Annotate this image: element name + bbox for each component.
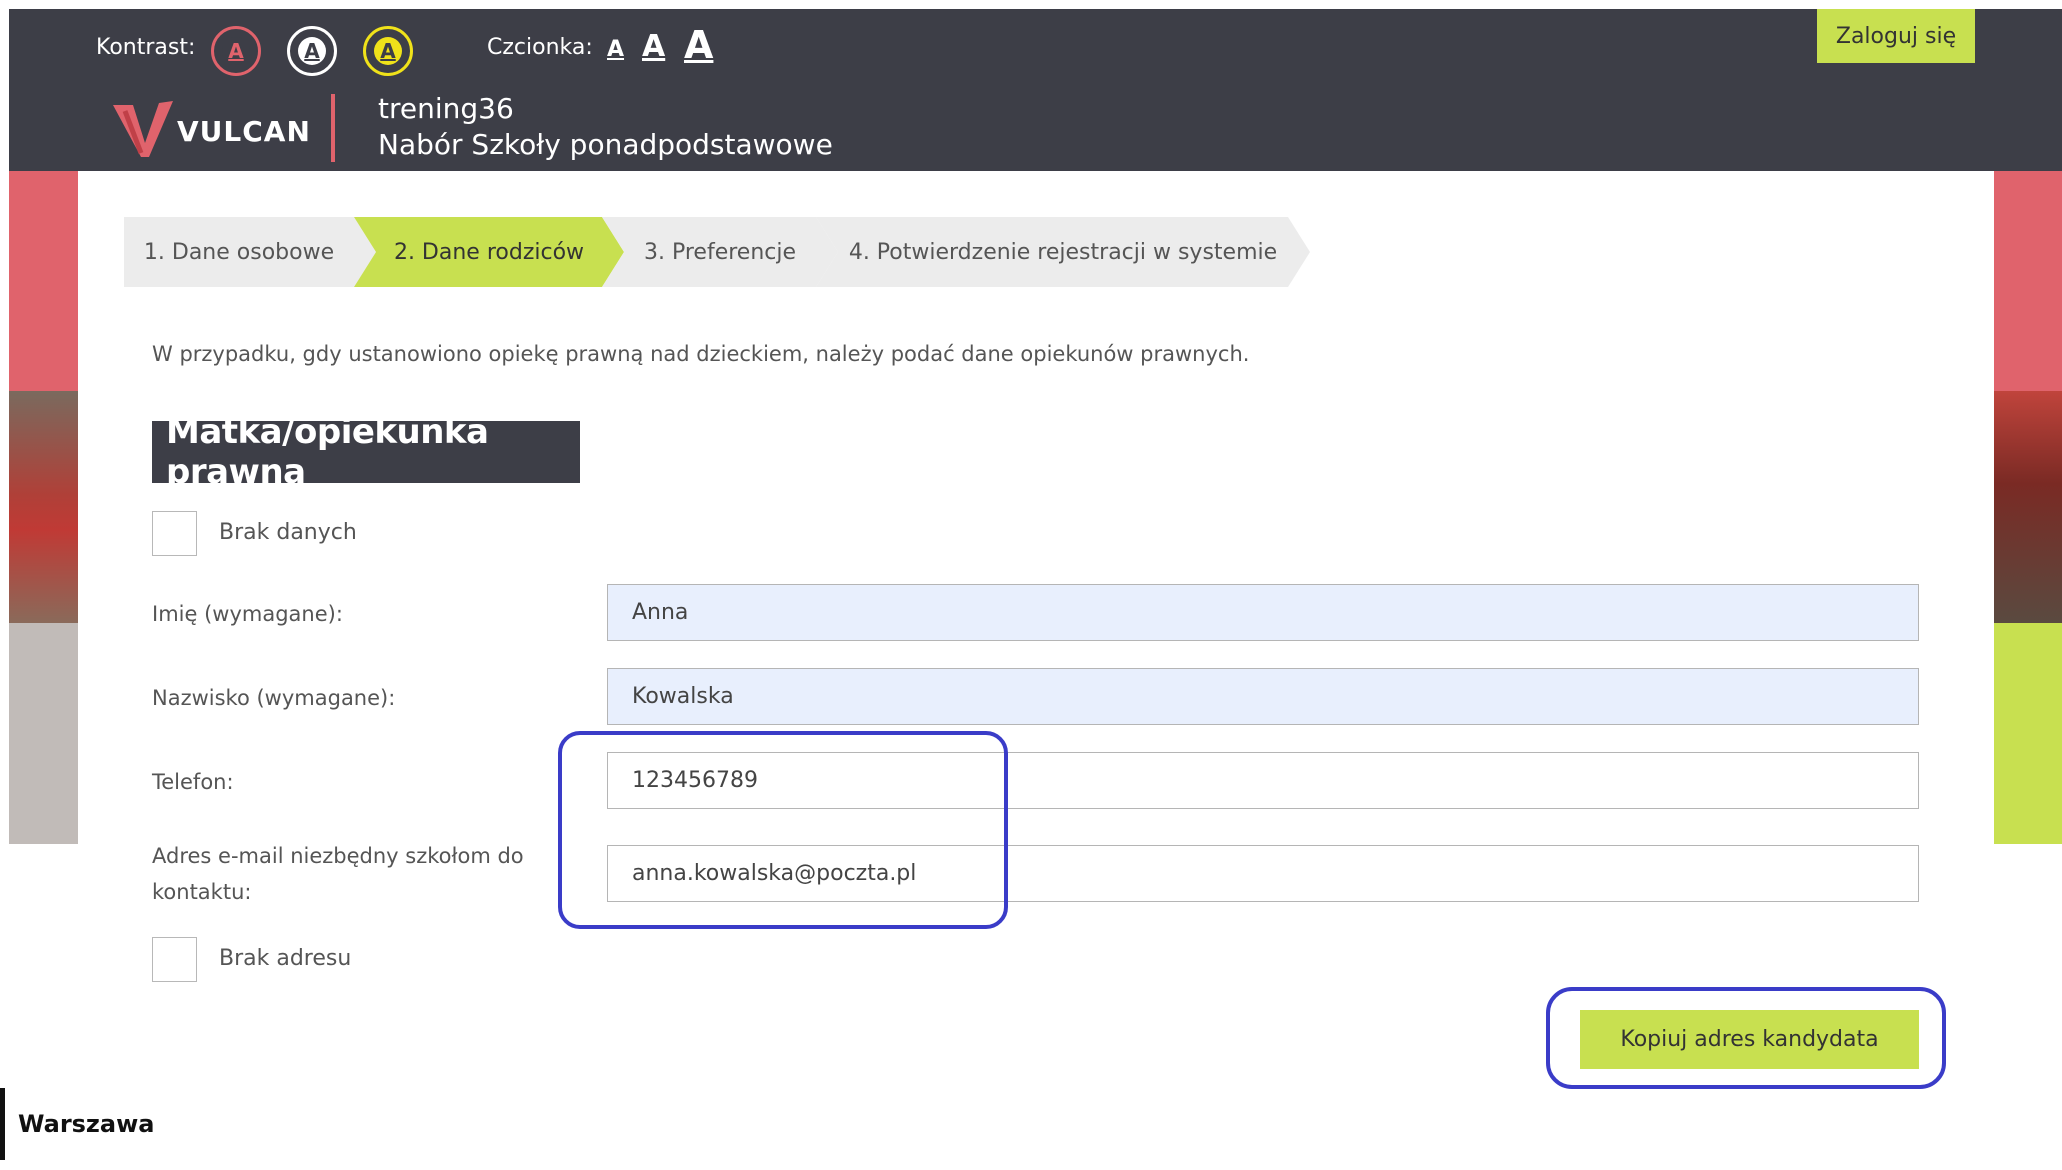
contrast-option-white[interactable]: A [287,26,337,76]
right-decoration-green [1994,623,2062,844]
step-personal-data[interactable]: 1. Dane osobowe [124,217,376,287]
step-confirmation-label: 4. Potwierdzenie rejestracji w systemie [838,217,1288,287]
phone-label: Telefon: [152,770,234,794]
left-decoration-grey [9,623,78,844]
step-arrow [1288,217,1310,287]
step-confirmation[interactable]: 4. Potwierdzenie rejestracji w systemie [816,217,1310,287]
top-header: Kontrast: A A A Czcionka: A A A Zaloguj … [9,9,2062,171]
no-data-label: Brak danych [219,520,357,545]
right-decoration-pink [1994,171,2062,391]
step-tail [602,217,624,287]
contrast-option-pink[interactable]: A [211,26,261,76]
email-label-line1: Adres e-mail niezbędny szkołom do [152,844,524,868]
step-parents-data-label: 2. Dane rodziców [376,217,602,287]
email-label-line2: kontaktu: [152,880,252,904]
last-name-label: Nazwisko (wymagane): [152,686,396,710]
contrast-option-yellow[interactable]: A [363,26,413,76]
left-decoration-photo [9,391,78,623]
step-personal-data-label: 1. Dane osobowe [124,217,354,287]
font-size-large-button[interactable]: A [684,23,713,67]
app-title-line2: Nabór Szkoły ponadpodstawowe [378,128,833,161]
app-title: trening36 Nabór Szkoły ponadpodstawowe [378,91,833,163]
no-address-label: Brak adresu [219,946,352,971]
warszawa-logo-bar [0,1088,5,1160]
right-decoration-photo [1994,391,2062,623]
no-address-checkbox[interactable] [152,937,197,982]
warszawa-logo: Warszawa [18,1110,155,1138]
app-title-line1: trening36 [378,92,514,125]
login-button[interactable]: Zaloguj się [1817,9,1975,63]
contrast-option-pink-letter: A [222,37,250,65]
info-text: W przypadku, gdy ustanowiono opiekę praw… [152,342,1250,366]
first-name-label: Imię (wymagane): [152,602,343,626]
email-label: Adres e-mail niezbędny szkołom do kontak… [152,838,524,910]
vulcan-logo-text: VULCAN [177,115,311,148]
font-size-small-button[interactable]: A [607,37,624,62]
step-tail [816,217,838,287]
step-parents-data[interactable]: 2. Dane rodziców [354,217,624,287]
step-preferences-label: 3. Preferencje [624,217,816,287]
step-tail [354,217,376,287]
section-title: Matka/opiekunka prawna [152,412,580,492]
last-name-input[interactable]: Kowalska [607,668,1919,725]
font-size-medium-button[interactable]: A [642,29,665,64]
font-size-label: Czcionka: [487,35,593,60]
first-name-input[interactable]: Anna [607,584,1919,641]
contrast-option-white-letter: A [298,37,326,65]
no-data-checkbox[interactable] [152,511,197,556]
annotation-highlight-copy [1546,987,1946,1089]
contrast-option-yellow-letter: A [374,37,402,65]
left-decoration-pink [9,171,78,391]
header-divider [331,94,335,162]
contrast-label: Kontrast: [96,35,196,60]
annotation-highlight-contact [558,731,1008,929]
step-preferences[interactable]: 3. Preferencje [602,217,838,287]
